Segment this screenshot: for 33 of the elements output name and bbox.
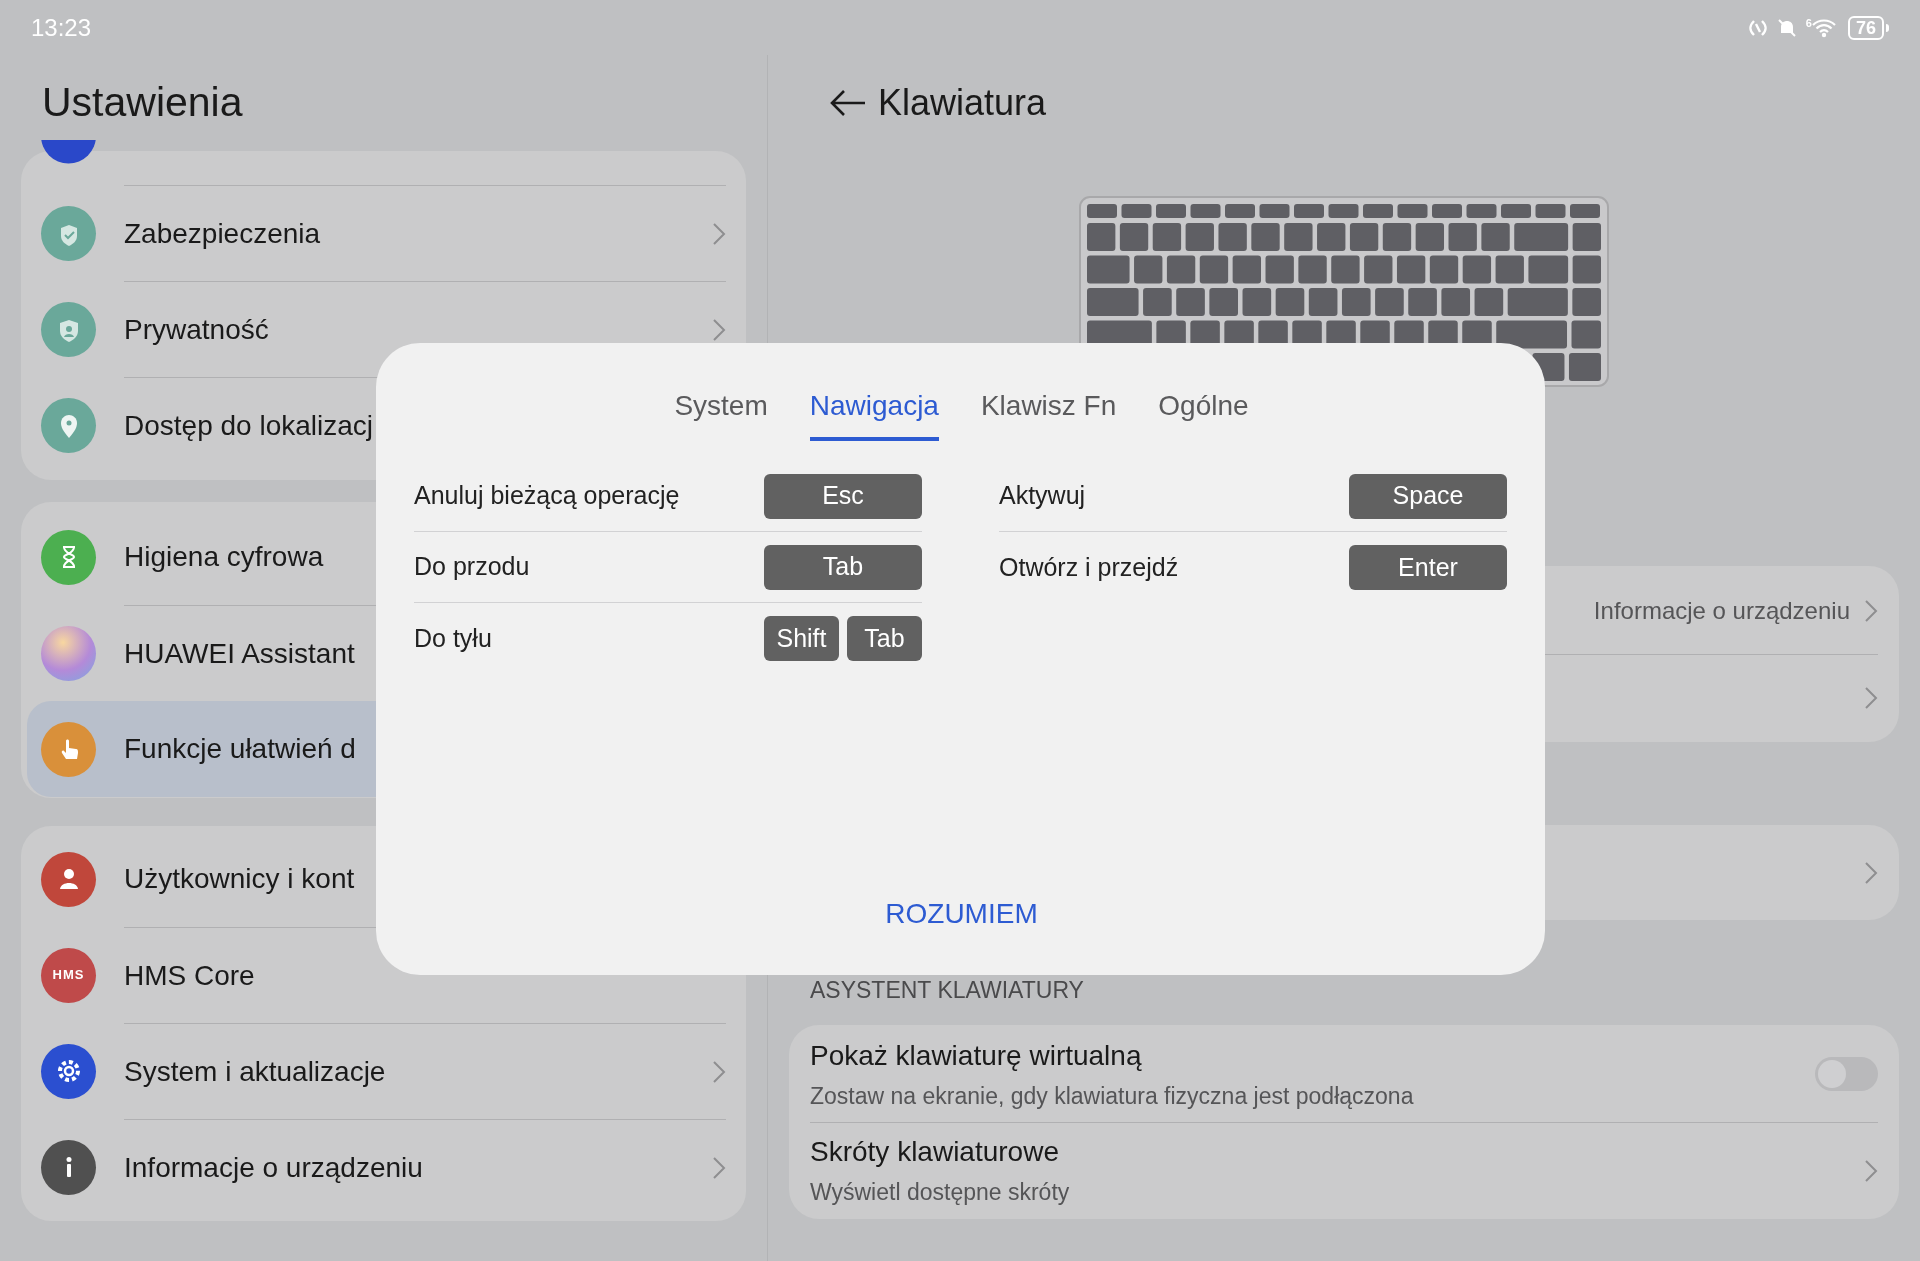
page-title: Ustawienia (41, 78, 244, 128)
item-label: Zabezpieczenia (124, 216, 321, 251)
row-title: Skróty klawiaturowe (810, 1135, 1060, 1170)
shortcut-label: Do przodu (414, 551, 530, 583)
row-title: Pokaż klawiaturę wirtualną (810, 1038, 1143, 1073)
icon-label: HMS (52, 966, 85, 985)
shortcut-label: Otwórz i przejdź (999, 551, 1179, 583)
shortcut-label: Do tyłu (414, 622, 492, 654)
row-subtitle: Zostaw na ekranie, gdy klawiatura fizyczna jest podłączona (810, 1081, 1415, 1111)
page-title: Klawiatura (878, 81, 1047, 125)
shortcut-label: Aktywuj (999, 480, 1086, 512)
battery-icon: 76 (1847, 15, 1884, 40)
key-cap: Space (1349, 473, 1507, 519)
item-label: HMS Core (124, 958, 255, 993)
item-label: Funkcje ułatwień d (124, 732, 356, 766)
item-label: Prywatność (124, 312, 269, 347)
key-cap: Enter (1349, 545, 1507, 590)
item-label: HUAWEI Assistant (124, 636, 355, 671)
item-label: System i aktualizacje (124, 1054, 386, 1089)
row-subtitle: Wyświetl dostępne skróty (810, 1178, 1071, 1208)
section-header: ASYSTENT KLAWIATURY (810, 975, 1084, 1005)
item-label: Higiena cyfrowa (124, 540, 324, 574)
item-label: Dostęp do lokalizacj (124, 408, 374, 443)
key-cap: Tab (847, 616, 922, 661)
item-label: Informacje o urządzeniu (124, 1150, 423, 1185)
key-cap: Tab (764, 544, 922, 590)
wifi-band-label: 6 (1805, 17, 1812, 29)
row-value: Informacje o urządzeniu (1593, 596, 1850, 626)
shortcut-label: Anuluj bieżącą operację (414, 480, 680, 512)
item-label: Użytkownicy i kont (124, 862, 355, 896)
key-cap: Shift (764, 616, 839, 661)
key-cap: Esc (764, 473, 922, 519)
clock-time: 13:23 (31, 12, 92, 43)
